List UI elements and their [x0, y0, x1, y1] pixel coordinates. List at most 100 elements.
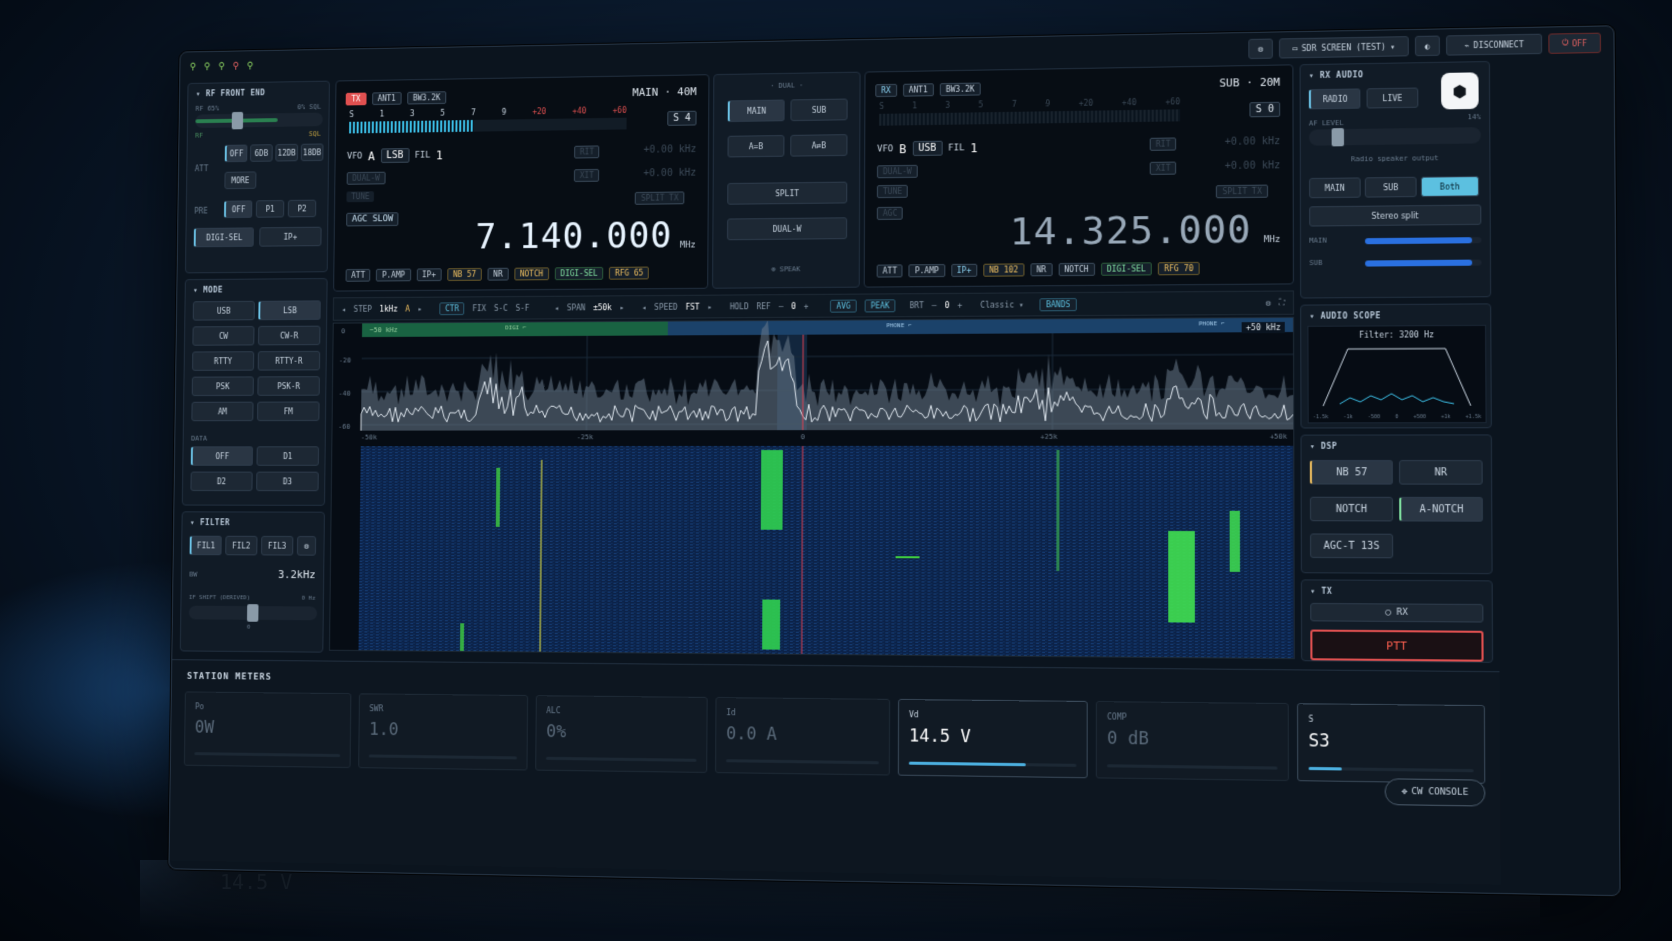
- fullscreen-icon[interactable]: ⛶: [1279, 298, 1285, 308]
- main-antenna-tag[interactable]: ANT1: [371, 91, 402, 106]
- dual-main-button[interactable]: MAIN: [727, 99, 785, 123]
- sub-mode-tag[interactable]: USB: [912, 140, 943, 157]
- af-level-thumb[interactable]: [1331, 128, 1344, 147]
- dsp-anotch-button[interactable]: A-NOTCH: [1399, 496, 1483, 522]
- pre-off-button[interactable]: OFF: [224, 200, 253, 219]
- ptt-button[interactable]: PTT: [1310, 629, 1484, 662]
- filter-settings-button[interactable]: ⚙: [296, 536, 317, 556]
- mode-lsb-button[interactable]: LSB: [258, 300, 321, 321]
- theme-button[interactable]: ◐: [1414, 35, 1440, 57]
- a-equals-b-button[interactable]: A=B: [727, 135, 785, 158]
- step-up-icon[interactable]: ▸: [418, 304, 423, 313]
- dual-w-button[interactable]: DUAL-W: [727, 217, 848, 241]
- span-value[interactable]: ±50k: [593, 303, 612, 312]
- main-notch-tag[interactable]: NOTCH: [514, 267, 549, 281]
- if-shift-thumb[interactable]: [246, 604, 259, 622]
- brt-minus-button[interactable]: –: [932, 301, 937, 310]
- fil3-button[interactable]: FIL3: [261, 535, 294, 556]
- main-nb-tag[interactable]: NB 57: [447, 267, 482, 281]
- bands-button[interactable]: BANDS: [1039, 297, 1077, 311]
- fil1-button[interactable]: FIL1: [189, 535, 222, 556]
- tx-rx-indicator[interactable]: ○ RX: [1310, 602, 1484, 623]
- att-off-button[interactable]: OFF: [224, 144, 248, 163]
- main-split-tx-button[interactable]: SPLIT TX: [635, 191, 685, 205]
- step-down-icon[interactable]: ◂: [341, 305, 346, 314]
- main-rit-button[interactable]: RIT: [574, 145, 600, 159]
- sub-att-tag[interactable]: ATT: [876, 264, 903, 278]
- mode-cw-button[interactable]: CW: [192, 326, 255, 346]
- mode-usb-button[interactable]: USB: [192, 300, 255, 321]
- if-shift-slider[interactable]: [188, 604, 318, 622]
- route-both-button[interactable]: Both: [1420, 175, 1480, 197]
- main-att-tag[interactable]: ATT: [345, 268, 371, 282]
- mode-fm-button[interactable]: FM: [257, 401, 320, 422]
- sub-split-tx-button[interactable]: SPLIT TX: [1216, 184, 1269, 199]
- main-digisel-tag[interactable]: DIGI-SEL: [554, 266, 604, 281]
- mode-rttyr-button[interactable]: RTTY-R: [257, 350, 321, 371]
- main-pamp-tag[interactable]: P.AMP: [376, 268, 411, 282]
- ref-plus-button[interactable]: +: [804, 301, 809, 310]
- data-d2-button[interactable]: D2: [190, 471, 253, 492]
- main-agc-tag[interactable]: AGC SLOW: [346, 212, 399, 227]
- step-value[interactable]: 1kHz: [379, 304, 397, 313]
- split-button[interactable]: SPLIT: [727, 181, 848, 205]
- main-dualw-button[interactable]: DUAL-W: [346, 171, 386, 185]
- sub-ipplus-tag[interactable]: IP+: [950, 263, 978, 277]
- speak-label[interactable]: ⊛ SPEAK: [713, 265, 859, 274]
- power-button[interactable]: ⏻ OFF: [1548, 32, 1601, 54]
- mode-rtty-button[interactable]: RTTY: [192, 351, 255, 371]
- digisel-button[interactable]: DIGI-SEL: [193, 227, 254, 248]
- peak-button[interactable]: PEAK: [864, 298, 896, 312]
- brt-plus-button[interactable]: +: [957, 300, 962, 309]
- sub-dualw-button[interactable]: DUAL-W: [876, 164, 918, 179]
- spectrum-waterfall[interactable]: −50 kHz DIGI ⌐ PHONE ⌐ PHONE ⌐ +50 kHz 0…: [329, 316, 1295, 660]
- pre-p1-button[interactable]: P1: [255, 200, 285, 218]
- main-frequency[interactable]: 7.140.000: [475, 215, 672, 257]
- data-off-button[interactable]: OFF: [190, 446, 253, 466]
- stereo-split-button[interactable]: Stereo split: [1309, 204, 1482, 227]
- main-mode-tag[interactable]: LSB: [380, 148, 410, 164]
- speed-value[interactable]: FST: [685, 302, 699, 311]
- speed-up-icon[interactable]: ▸: [707, 302, 712, 311]
- center-mode-button[interactable]: CTR: [439, 301, 465, 315]
- main-ipplus-tag[interactable]: IP+: [416, 268, 442, 282]
- sub-xit-button[interactable]: XIT: [1149, 161, 1177, 175]
- sf-mode-button[interactable]: S-F: [515, 303, 529, 312]
- speed-down-icon[interactable]: ◂: [642, 303, 647, 312]
- data-d1-button[interactable]: D1: [256, 446, 320, 466]
- span-down-icon[interactable]: ◂: [554, 303, 559, 312]
- main-nr-tag[interactable]: NR: [487, 267, 509, 281]
- dsp-nb-button[interactable]: NB 57: [1309, 460, 1393, 485]
- gear-icon[interactable]: ⚙: [1266, 298, 1271, 307]
- main-rfg-tag[interactable]: RFG 65: [609, 266, 650, 280]
- sub-balance-slider[interactable]: [1365, 259, 1482, 267]
- att-18db-button[interactable]: 18DB: [300, 143, 324, 162]
- span-up-icon[interactable]: ▸: [620, 303, 625, 312]
- sub-rfg-tag[interactable]: RFG 70: [1158, 261, 1200, 276]
- mode-pskr-button[interactable]: PSK-R: [257, 376, 320, 396]
- mode-psk-button[interactable]: PSK: [191, 376, 254, 397]
- sub-nr-tag[interactable]: NR: [1030, 263, 1053, 277]
- pre-p2-button[interactable]: P2: [287, 199, 317, 218]
- mode-cwr-button[interactable]: CW-R: [258, 325, 321, 346]
- sub-digisel-tag[interactable]: DIGI-SEL: [1100, 262, 1152, 276]
- ref-minus-button[interactable]: –: [779, 302, 784, 311]
- dsp-nr-button[interactable]: NR: [1399, 460, 1483, 485]
- a-swap-b-button[interactable]: A⇄B: [790, 134, 848, 157]
- audio-radio-button[interactable]: RADIO: [1308, 88, 1361, 110]
- sub-notch-tag[interactable]: NOTCH: [1058, 262, 1095, 277]
- route-sub-button[interactable]: SUB: [1364, 176, 1417, 198]
- dsp-notch-button[interactable]: NOTCH: [1309, 496, 1394, 522]
- sub-agc-tag[interactable]: AGC: [876, 206, 904, 220]
- rf-slider-thumb[interactable]: [231, 111, 244, 130]
- af-level-slider[interactable]: [1308, 127, 1481, 147]
- theme-select[interactable]: Classic ▾: [980, 300, 1024, 309]
- att-more-button[interactable]: MORE: [224, 171, 257, 190]
- route-main-button[interactable]: MAIN: [1309, 177, 1361, 199]
- sub-frequency[interactable]: 14.325.000: [1010, 207, 1252, 254]
- cw-console-button[interactable]: ✥ CW CONSOLE: [1384, 778, 1486, 807]
- sub-nb-tag[interactable]: NB 102: [983, 263, 1025, 277]
- mode-am-button[interactable]: AM: [191, 401, 254, 422]
- att-12db-button[interactable]: 12DB: [275, 143, 299, 162]
- sub-pamp-tag[interactable]: P.AMP: [908, 264, 945, 278]
